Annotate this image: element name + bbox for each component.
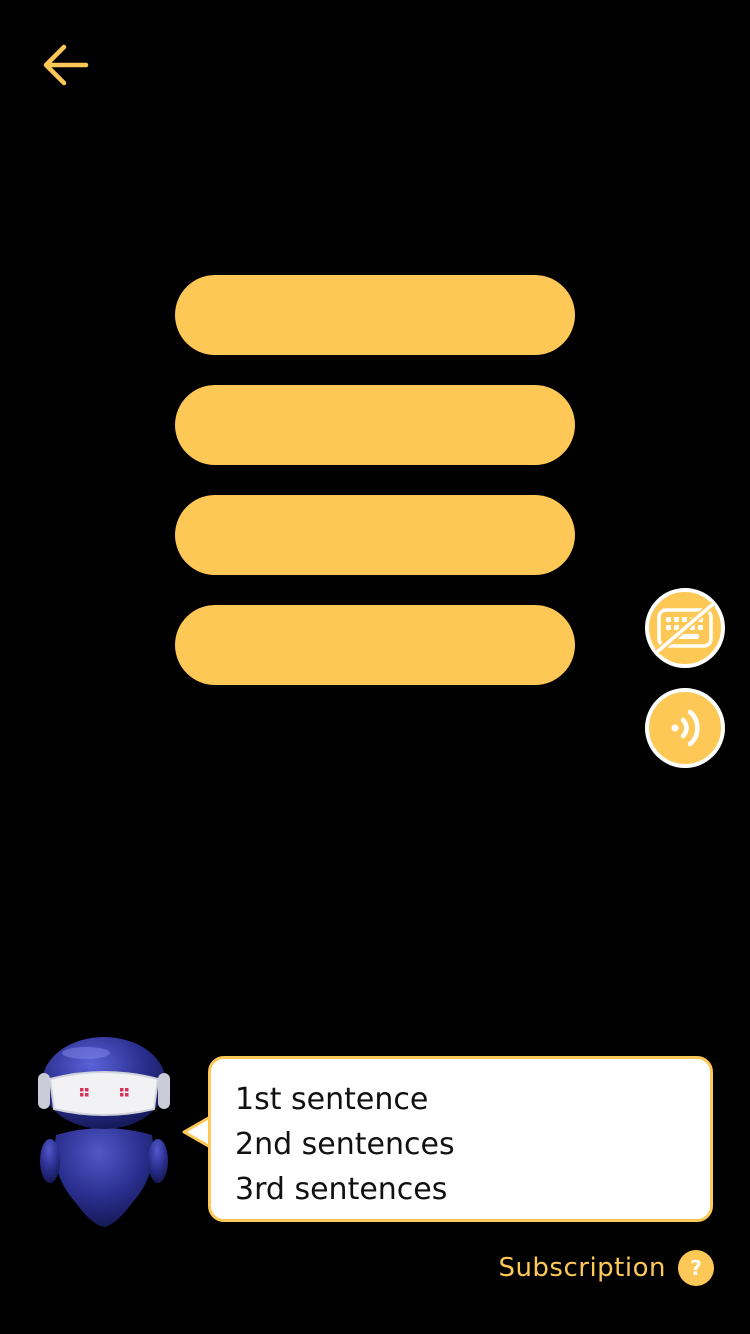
answer-option-2[interactable] [175, 385, 575, 465]
speech-line-2: 2nd sentences [235, 1127, 455, 1162]
robot-mascot [36, 1035, 172, 1231]
subscription-link[interactable]: Subscription ? [498, 1250, 714, 1286]
answer-option-3[interactable] [175, 495, 575, 575]
back-button[interactable] [36, 40, 94, 90]
speech-bubble: 1st sentence 2nd sentences 3rd sentences [208, 1056, 713, 1222]
answer-option-1[interactable] [175, 275, 575, 355]
help-icon[interactable]: ? [678, 1250, 714, 1286]
sound-wave-icon [671, 709, 700, 747]
answer-option-4[interactable] [175, 605, 575, 685]
keyboard-off-icon [654, 601, 716, 655]
arrow-left-icon [43, 44, 89, 86]
speech-line-1: 1st sentence [235, 1082, 429, 1117]
subscription-label: Subscription [498, 1253, 666, 1283]
speech-line-3: 3rd sentences [235, 1172, 448, 1207]
robot-mascot-image [38, 1037, 170, 1227]
audio-play-button[interactable] [645, 688, 725, 768]
keyboard-toggle-button[interactable] [645, 588, 725, 668]
answer-options [175, 275, 575, 715]
